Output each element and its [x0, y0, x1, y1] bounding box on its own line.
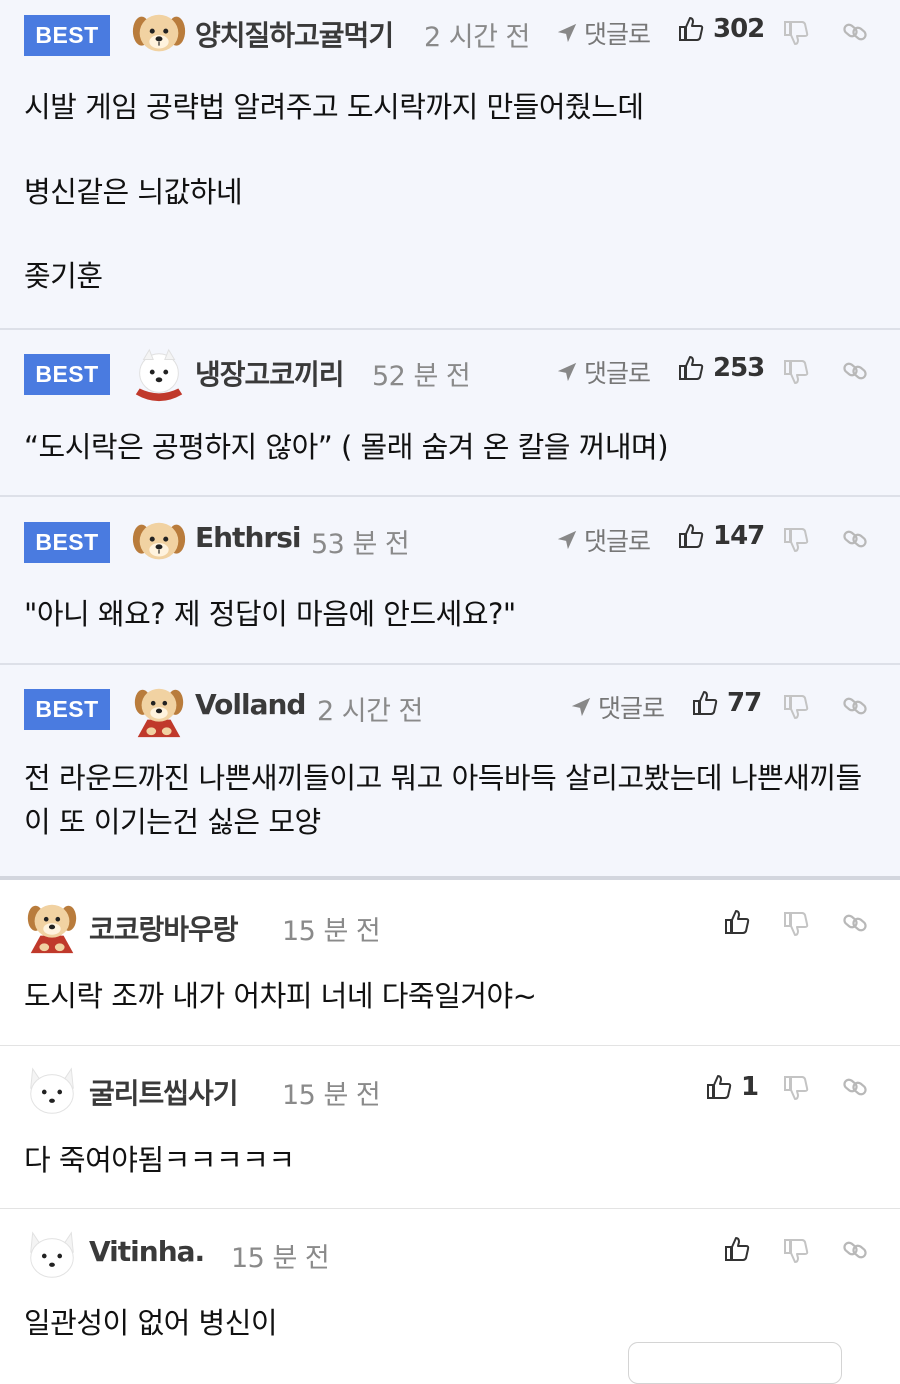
reply-arrow-icon	[556, 529, 578, 551]
comment-author[interactable]: 굴리트씹사기	[89, 1072, 239, 1112]
comment-time: 53 분 전	[311, 529, 410, 560]
reply-button[interactable]: 댓글로	[556, 15, 651, 51]
link-icon[interactable]	[841, 525, 869, 553]
like-count: 147	[713, 521, 765, 551]
comment-time: 52 분 전	[372, 361, 471, 392]
thumbs-up-icon	[677, 522, 705, 550]
thumbs-up-icon	[677, 15, 705, 43]
comment-author[interactable]: 냉장고코끼리	[195, 353, 345, 393]
reply-button[interactable]: 댓글로	[556, 522, 651, 558]
thumbs-down-icon[interactable]	[782, 1074, 810, 1102]
thumbs-down-icon[interactable]	[782, 693, 810, 721]
like-button[interactable]: 253	[677, 353, 765, 383]
comment-paragraph: 다 죽여야됨ㅋㅋㅋㅋㅋ	[24, 1143, 295, 1177]
comment-paragraph: 시발 게임 공략법 알려주고 도시락까지 만들어줬느데	[24, 90, 644, 124]
link-icon[interactable]	[841, 692, 869, 720]
link-icon[interactable]	[841, 909, 869, 937]
white-dog-avatar[interactable]	[130, 346, 188, 404]
arctic-fox-avatar[interactable]	[23, 1063, 81, 1121]
like-button[interactable]: 147	[677, 521, 765, 551]
comment-time: 2 시간 전	[317, 696, 423, 727]
comment-text: “도시락은 공평하지 않아” ( 몰래 숨겨 온 칼을 꺼내며)	[24, 425, 870, 470]
thumbs-down-icon[interactable]	[782, 526, 810, 554]
thumbs-up-icon	[691, 689, 719, 717]
reply-arrow-icon	[556, 22, 578, 44]
comment-paragraph: 도시락 조까 내가 어차피 너네 다죽일거야~	[24, 979, 537, 1013]
thumbs-up-icon	[723, 908, 751, 936]
best-badge: BEST	[24, 15, 110, 56]
comment-author[interactable]: 양치질하고귤먹기	[195, 14, 394, 54]
comment-author[interactable]: Vitinha.	[89, 1235, 205, 1268]
link-icon[interactable]	[841, 1073, 869, 1101]
comment-time: 15 분 전	[282, 1080, 381, 1111]
like-button[interactable]: 1	[705, 1072, 759, 1102]
best-comment: BEST Volland 2 시간 전 댓글로 77 전 라운드까진 나쁜새끼들…	[0, 665, 900, 880]
best-badge: BEST	[24, 354, 110, 395]
thumbs-down-icon[interactable]	[782, 19, 810, 47]
comment-paragraph: 전 라운드까진 나쁜새끼들이고 뭐고 아득바득 살리고봤는데 나쁜새끼들이 또 …	[24, 761, 862, 839]
comment-text: 일관성이 없어 병신이	[24, 1301, 870, 1346]
puppy-cape-avatar[interactable]	[130, 681, 188, 739]
like-count: 253	[713, 353, 765, 383]
comment-author[interactable]: Volland	[195, 688, 306, 721]
comment-author[interactable]: 코코랑바우랑	[89, 908, 239, 948]
puppy-avatar[interactable]	[130, 514, 188, 572]
reply-arrow-icon	[556, 361, 578, 383]
thumbs-up-icon	[677, 354, 705, 382]
comment-paragraph: 병신같은 늬값하네	[24, 174, 243, 209]
comment-time: 15 분 전	[282, 916, 381, 947]
reply-button[interactable]: 댓글로	[556, 354, 651, 390]
comment-time: 2 시간 전	[424, 22, 530, 53]
comment-paragraph: 일관성이 없어 병신이	[24, 1306, 278, 1340]
thumbs-down-icon[interactable]	[782, 1237, 810, 1265]
like-button[interactable]: 302	[677, 14, 765, 44]
comment: 굴리트씹사기 15 분 전 1 다 죽여야됨ㅋㅋㅋㅋㅋ	[0, 1046, 900, 1209]
best-comment: BEST 냉장고코끼리 52 분 전 댓글로 253 “도시락은 공평하지 않아…	[0, 330, 900, 497]
like-button[interactable]	[723, 908, 759, 936]
comment-text: 전 라운드까진 나쁜새끼들이고 뭐고 아득바득 살리고봤는데 나쁜새끼들이 또 …	[24, 757, 870, 844]
thumbs-down-icon[interactable]	[782, 910, 810, 938]
like-count: 302	[713, 14, 765, 44]
comment-time: 15 분 전	[231, 1243, 330, 1274]
puppy-cape-avatar[interactable]	[23, 897, 81, 955]
thumbs-down-icon[interactable]	[782, 358, 810, 386]
like-count: 1	[741, 1072, 759, 1102]
reply-button[interactable]: 댓글로	[570, 689, 665, 725]
thumbs-up-icon	[705, 1073, 733, 1101]
comment-author[interactable]: Ehthrsi	[195, 521, 301, 554]
like-button[interactable]: 77	[691, 688, 762, 718]
best-badge: BEST	[24, 522, 110, 563]
floating-button[interactable]	[628, 1342, 842, 1384]
comment-paragraph: 좆기훈	[24, 259, 103, 293]
reply-label: 댓글로	[598, 694, 665, 723]
link-icon[interactable]	[841, 18, 869, 46]
comment: 코코랑바우랑 15 분 전 도시락 조까 내가 어차피 너네 다죽일거야~	[0, 880, 900, 1046]
reply-label: 댓글로	[584, 359, 651, 388]
link-icon[interactable]	[841, 357, 869, 385]
reply-label: 댓글로	[584, 20, 651, 49]
best-comment: BEST 양치질하고귤먹기 2 시간 전 댓글로 302 시발 게임 공략법 알…	[0, 0, 900, 330]
reply-label: 댓글로	[584, 527, 651, 556]
comment-paragraph: "아니 왜요? 제 정답이 마음에 안드세요?"	[24, 597, 516, 631]
comment-text: 시발 게임 공략법 알려주고 도시락까지 만들어줬느데 병신같은 늬값하네 좆기…	[24, 86, 870, 299]
like-count: 77	[727, 688, 762, 718]
puppy-avatar[interactable]	[130, 6, 188, 64]
like-button[interactable]	[723, 1235, 759, 1263]
reply-arrow-icon	[570, 696, 592, 718]
comment-text: 도시락 조까 내가 어차피 너네 다죽일거야~	[24, 974, 870, 1019]
comment-text: 다 죽여야됨ㅋㅋㅋㅋㅋ	[24, 1138, 870, 1183]
thumbs-up-icon	[723, 1235, 751, 1263]
comment-paragraph: “도시락은 공평하지 않아” ( 몰래 숨겨 온 칼을 꺼내며)	[24, 430, 669, 464]
best-badge: BEST	[24, 689, 110, 730]
comment: Vitinha. 15 분 전 일관성이 없어 병신이	[0, 1209, 900, 1363]
best-comment: BEST Ehthrsi 53 분 전 댓글로 147 "아니 왜요? 제 정답…	[0, 497, 900, 665]
comment-text: "아니 왜요? 제 정답이 마음에 안드세요?"	[24, 592, 870, 637]
link-icon[interactable]	[841, 1236, 869, 1264]
arctic-fox-avatar[interactable]	[23, 1227, 81, 1285]
